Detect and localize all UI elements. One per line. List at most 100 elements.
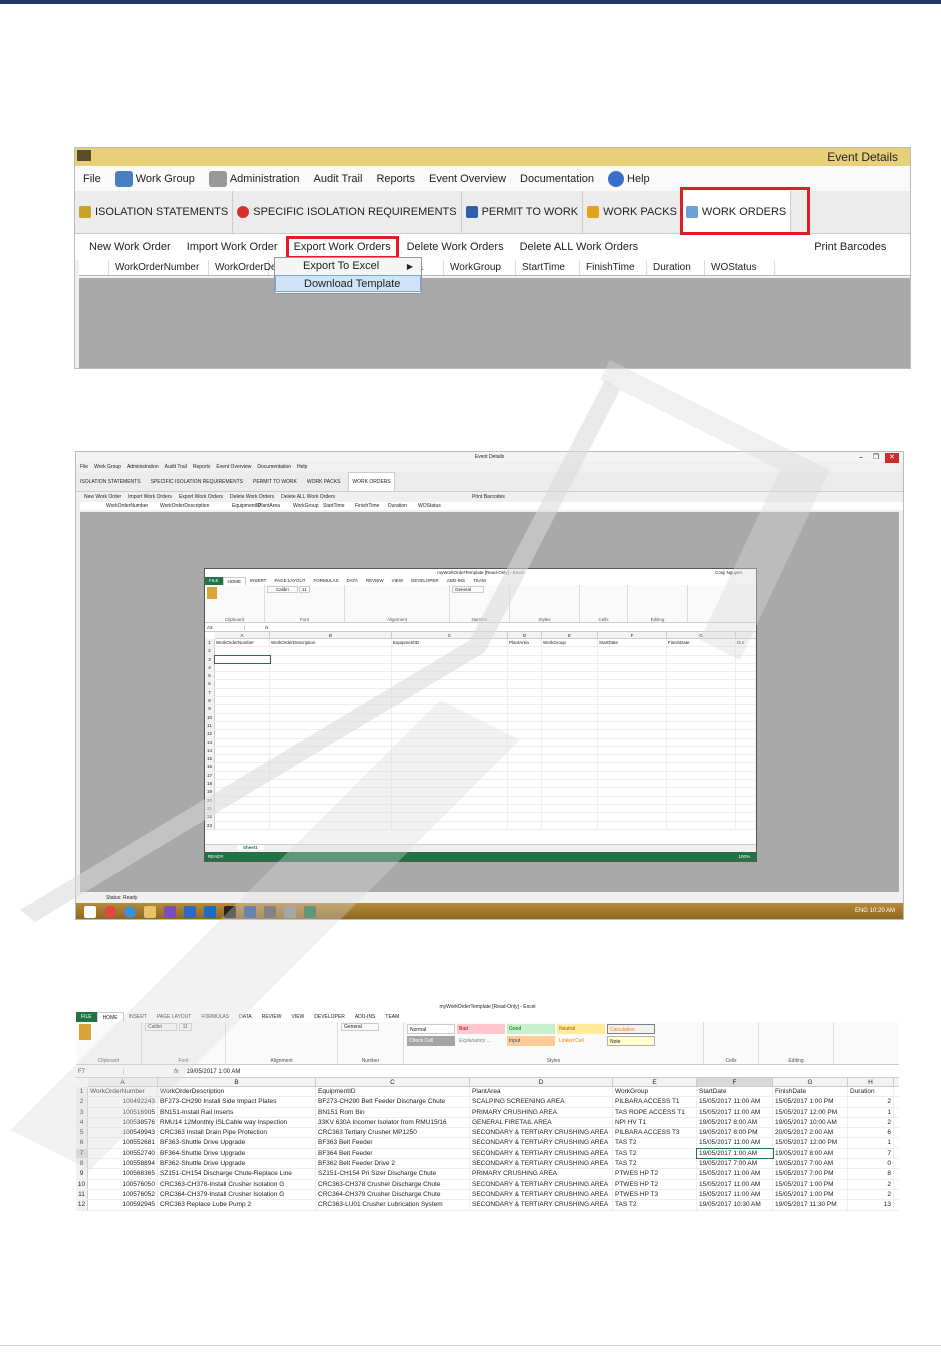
cell[interactable] (598, 697, 667, 705)
cell[interactable]: CRC363 Replace Lube Pump 2 (158, 1200, 316, 1210)
cell[interactable]: EquipmentID (316, 1087, 470, 1097)
cell[interactable] (542, 721, 598, 730)
cell[interactable] (542, 821, 598, 829)
cell[interactable] (667, 780, 736, 788)
column-header[interactable]: WOStatus (412, 502, 442, 510)
cell[interactable] (667, 688, 736, 697)
tab-item[interactable]: SPECIFIC ISOLATION REQUIREMENTS (149, 479, 245, 485)
row-number[interactable]: 12 (205, 730, 215, 738)
cell[interactable] (215, 688, 270, 697)
cell[interactable] (392, 738, 508, 746)
cell[interactable]: SECONDARY & TERTIARY CRUSHING AREA (470, 1138, 613, 1148)
row-number[interactable]: 6 (205, 680, 215, 688)
cell[interactable] (215, 788, 270, 796)
ribbon-tab[interactable]: INSERT (246, 577, 270, 585)
cell[interactable]: WorkOrderNumber (88, 1087, 158, 1097)
app-icon[interactable] (224, 906, 236, 918)
cell[interactable]: SECONDARY & TERTIARY CRUSHING AREA (470, 1200, 613, 1210)
word-icon[interactable] (244, 906, 256, 918)
cell[interactable] (667, 813, 736, 821)
cell[interactable]: PTWES HP T2 (613, 1179, 697, 1189)
cell[interactable]: BF362 Belt Feeder Drive 2 (316, 1159, 470, 1169)
cell[interactable] (598, 730, 667, 738)
cell[interactable]: StartDate (697, 1087, 773, 1097)
column-letter[interactable]: B (270, 632, 392, 638)
cell[interactable]: 100538576 (88, 1117, 158, 1128)
column-header[interactable]: WorkOrderDe (209, 260, 277, 275)
cell[interactable]: WorkOrderDescription (270, 639, 392, 647)
cell[interactable] (215, 763, 270, 771)
menu-work-group[interactable]: Work Group (114, 170, 195, 187)
row-number[interactable]: 1 (205, 639, 215, 647)
cell[interactable] (542, 688, 598, 697)
cell[interactable] (270, 730, 392, 738)
cell[interactable] (667, 680, 736, 688)
cell[interactable]: 100552740 (88, 1148, 158, 1159)
tab-item[interactable]: WORK PACKS (305, 479, 343, 485)
cell[interactable] (392, 780, 508, 788)
cell[interactable]: PlantArea (470, 1087, 613, 1097)
cell[interactable] (392, 730, 508, 738)
column-letter[interactable]: A (215, 632, 270, 638)
number-format-box[interactable]: General (452, 586, 485, 593)
column-letter[interactable]: B (158, 1078, 316, 1086)
cell[interactable]: 19/05/2017 7:00 AM (773, 1159, 848, 1169)
cell[interactable]: 100592945 (88, 1200, 158, 1210)
cell[interactable] (736, 746, 756, 755)
cell[interactable] (270, 738, 392, 746)
row-number[interactable]: 12 (76, 1200, 88, 1210)
chrome-icon[interactable] (104, 906, 116, 918)
tab-work-orders[interactable]: WORK ORDERS (679, 187, 811, 235)
cell[interactable] (736, 647, 756, 655)
ribbon-tab[interactable]: PAGE LAYOUT (270, 577, 309, 585)
cell[interactable] (508, 821, 542, 829)
column-letter[interactable]: F (598, 632, 667, 638)
cell[interactable] (508, 713, 542, 721)
cell[interactable]: 13 (848, 1200, 894, 1210)
row-number[interactable]: 22 (205, 813, 215, 821)
cell[interactable] (392, 713, 508, 721)
cell[interactable] (270, 788, 392, 796)
cell[interactable]: SECONDARY & TERTIARY CRUSHING AREA (470, 1159, 613, 1169)
cell[interactable] (736, 730, 756, 738)
ribbon-tab[interactable]: ADD-INS (443, 577, 470, 585)
cell[interactable] (270, 663, 392, 672)
cell[interactable] (392, 821, 508, 829)
cell[interactable]: BF364 Belt Feeder (316, 1148, 470, 1159)
name-box[interactable]: A3 (205, 624, 245, 630)
cell[interactable]: 15/05/2017 1:00 PM (773, 1189, 848, 1200)
export-work-orders-button[interactable]: Export Work Orders (285, 236, 399, 259)
settings-icon[interactable] (284, 906, 296, 918)
cell[interactable]: 15/05/2017 1:00 PM (773, 1179, 848, 1189)
cell[interactable] (667, 730, 736, 738)
row-number[interactable]: 9 (76, 1169, 88, 1179)
cell[interactable] (392, 771, 508, 780)
cell[interactable] (542, 655, 598, 663)
row-number[interactable]: 11 (205, 721, 215, 730)
cell[interactable] (667, 655, 736, 663)
menu-event-overview[interactable]: Event Overview (429, 173, 506, 185)
cell[interactable]: 100568365 (88, 1169, 158, 1179)
event-app-icon[interactable] (264, 906, 276, 918)
column-letter[interactable]: C (392, 632, 508, 638)
cell[interactable] (215, 771, 270, 780)
cell[interactable]: 15/05/2017 11:00 AM (697, 1138, 773, 1148)
cell[interactable]: TAS T2 (613, 1148, 697, 1159)
cell[interactable] (270, 680, 392, 688)
column-header[interactable]: WorkGroup (444, 260, 516, 275)
cell[interactable] (736, 721, 756, 730)
ribbon-tab[interactable]: DATA (234, 1012, 257, 1022)
column-header[interactable]: WorkOrderNumber (100, 502, 154, 510)
cell[interactable]: SECONDARY & TERTIARY CRUSHING AREA (470, 1148, 613, 1159)
cell[interactable] (392, 763, 508, 771)
font-size-box[interactable]: 11 (299, 586, 310, 593)
cell[interactable] (542, 697, 598, 705)
row-number[interactable]: 21 (205, 804, 215, 813)
cell[interactable] (392, 746, 508, 755)
ribbon-tab[interactable]: DEVELOPER (407, 577, 443, 585)
cell[interactable]: RMU14 12Monthly ISLCable way Inspection (158, 1117, 316, 1128)
cell[interactable] (270, 688, 392, 697)
cell[interactable] (270, 804, 392, 813)
cell[interactable]: 15/05/2017 11:00 AM (697, 1179, 773, 1189)
cell[interactable] (508, 697, 542, 705)
